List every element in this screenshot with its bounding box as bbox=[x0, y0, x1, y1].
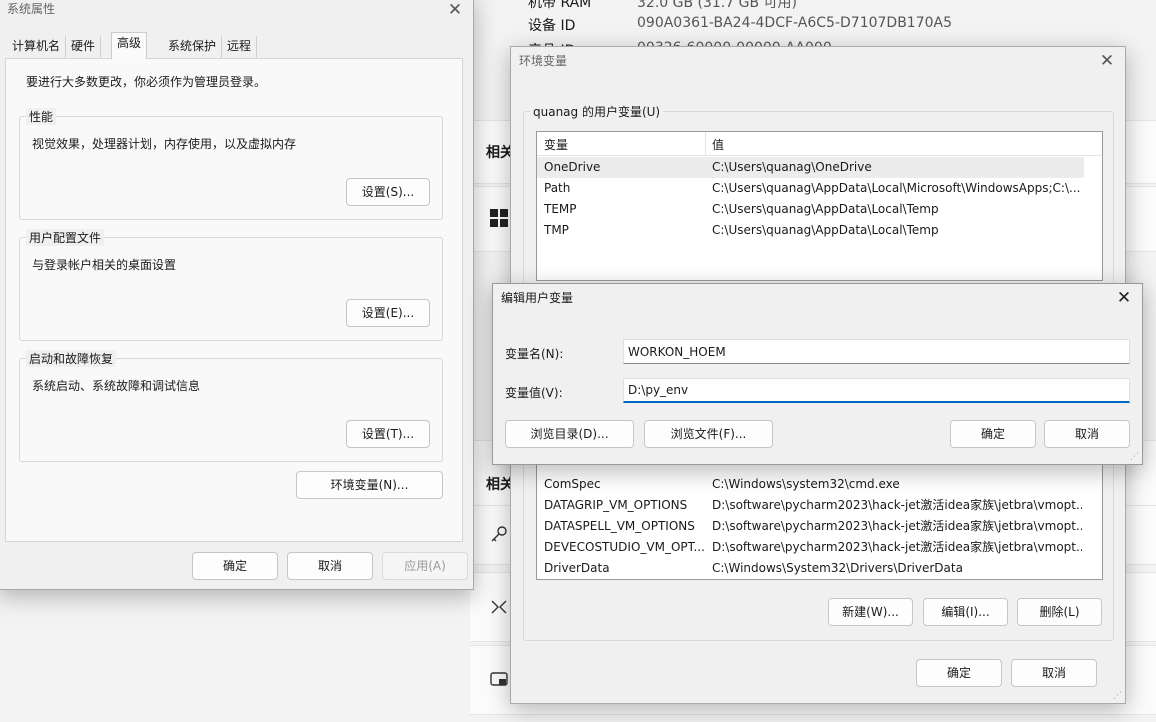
variable-name: DEVECOSTUDIO_VM_OPT... bbox=[544, 540, 705, 554]
user-profiles-desc: 与登录帐户相关的桌面设置 bbox=[32, 258, 177, 272]
variable-value: D:\software\pycharm2023\hack-jet激活idea家族… bbox=[712, 498, 1082, 512]
system-properties-window: 系统属性 ✕ 计算机名 硬件 高级 系统保护 远程 要进行大多数更改，你必须作为… bbox=[0, 0, 474, 590]
variable-value: C:\Users\quanag\AppData\Local\Temp bbox=[712, 223, 939, 237]
variable-value: C:\Users\quanag\AppData\Local\Temp bbox=[712, 202, 939, 216]
cancel-button[interactable]: 取消 bbox=[1044, 420, 1130, 448]
resize-grip-icon[interactable]: ⋰ bbox=[1130, 452, 1140, 462]
ok-button[interactable]: 确定 bbox=[192, 552, 278, 580]
lock-drive-icon bbox=[488, 668, 510, 690]
window-title: 系统属性 bbox=[7, 2, 56, 16]
close-icon[interactable]: ✕ bbox=[1095, 50, 1119, 72]
variable-name: DATAGRIP_VM_OPTIONS bbox=[544, 498, 688, 512]
list-item[interactable]: TMP C:\Users\quanag\AppData\Local\Temp bbox=[537, 220, 1084, 241]
performance-group: 性能 视觉效果，处理器计划，内存使用，以及虚拟内存 设置(S)... bbox=[19, 108, 443, 220]
ok-button[interactable]: 确定 bbox=[916, 659, 1002, 687]
column-divider[interactable] bbox=[705, 132, 706, 156]
new-variable-button[interactable]: 新建(W)... bbox=[828, 598, 913, 626]
cancel-button[interactable]: 取消 bbox=[1011, 659, 1097, 687]
tab-hardware[interactable]: 硬件 bbox=[66, 36, 102, 58]
user-profiles-settings-button[interactable]: 设置(E)... bbox=[346, 299, 430, 327]
variable-name: ComSpec bbox=[544, 477, 601, 491]
list-item[interactable]: DATAGRIP_VM_OPTIONS D:\software\pycharm2… bbox=[537, 495, 1084, 516]
tab-remote[interactable]: 远程 bbox=[222, 36, 258, 58]
startup-recovery-settings-button[interactable]: 设置(T)... bbox=[346, 420, 430, 448]
environment-variables-button[interactable]: 环境变量(N)... bbox=[296, 471, 443, 499]
device-id-label: 设备 ID bbox=[528, 18, 576, 34]
window-title: 编辑用户变量 bbox=[501, 291, 574, 305]
list-item[interactable]: ComSpec C:\Windows\system32\cmd.exe bbox=[537, 474, 1084, 495]
admin-note: 要进行大多数更改，你必须作为管理员登录。 bbox=[26, 75, 267, 89]
window-title: 环境变量 bbox=[519, 54, 568, 68]
column-header-variable[interactable]: 变量 bbox=[544, 136, 568, 153]
startup-recovery-title: 启动和故障恢复 bbox=[26, 350, 117, 367]
performance-settings-button[interactable]: 设置(S)... bbox=[346, 178, 430, 206]
variable-value-field[interactable] bbox=[623, 378, 1130, 403]
list-header: 变量 值 bbox=[537, 132, 1102, 156]
variable-name: TMP bbox=[544, 223, 569, 237]
cancel-button[interactable]: 取消 bbox=[287, 552, 373, 580]
user-profiles-group: 用户配置文件 与登录帐户相关的桌面设置 设置(E)... bbox=[19, 229, 443, 341]
user-variables-list[interactable]: 变量 值 OneDrive C:\Users\quanag\OneDrive P… bbox=[536, 131, 1103, 281]
list-item[interactable]: OneDrive C:\Users\quanag\OneDrive bbox=[537, 157, 1084, 178]
variable-name: TEMP bbox=[544, 202, 577, 216]
variable-value: D:\software\pycharm2023\hack-jet激活idea家族… bbox=[712, 540, 1082, 554]
windows-logo-icon bbox=[488, 208, 510, 230]
user-profiles-title: 用户配置文件 bbox=[26, 229, 105, 246]
apply-button[interactable]: 应用(A) bbox=[382, 552, 468, 580]
variable-value: C:\Windows\system32\cmd.exe bbox=[712, 477, 900, 491]
variable-value: D:\software\pycharm2023\hack-jet激活idea家族… bbox=[712, 519, 1082, 533]
list-item[interactable]: DATASPELL_VM_OPTIONS D:\software\pycharm… bbox=[537, 516, 1084, 537]
variable-name-field[interactable] bbox=[623, 339, 1130, 364]
performance-title: 性能 bbox=[26, 108, 57, 125]
variable-value: C:\Users\quanag\OneDrive bbox=[712, 160, 872, 174]
variable-name: OneDrive bbox=[544, 160, 601, 174]
environment-variables-titlebar: 环境变量 bbox=[511, 47, 1125, 77]
startup-recovery-group: 启动和故障恢复 系统启动、系统故障和调试信息 设置(T)... bbox=[19, 350, 443, 462]
tab-system-protection[interactable]: 系统保护 bbox=[163, 36, 223, 58]
edit-variable-button[interactable]: 编辑(I)... bbox=[923, 598, 1008, 626]
device-id-value: 090A0361-BA24-4DCF-A6C5-D7107DB170A5 bbox=[637, 15, 953, 31]
variable-name-label: 变量名(N): bbox=[505, 347, 564, 361]
resize-grip-icon[interactable]: ⋰ bbox=[1113, 691, 1123, 701]
close-icon[interactable]: ✕ bbox=[1112, 287, 1136, 309]
tab-computer-name[interactable]: 计算机名 bbox=[7, 36, 67, 58]
edit-user-variable-dialog: 编辑用户变量 ✕ 变量名(N): 变量值(V): 浏览目录(D)... 浏览文件… bbox=[492, 283, 1143, 465]
list-item[interactable]: DEVECOSTUDIO_VM_OPT... D:\software\pycha… bbox=[537, 537, 1084, 558]
column-header-value[interactable]: 值 bbox=[712, 136, 724, 153]
edit-dialog-titlebar: 编辑用户变量 bbox=[493, 284, 1142, 314]
variable-name: DriverData bbox=[544, 561, 610, 575]
link-arrows-icon bbox=[488, 597, 510, 619]
tab-advanced[interactable]: 高级 bbox=[111, 32, 148, 59]
ram-label: 机带 RAM bbox=[528, 0, 592, 11]
list-item[interactable]: TEMP C:\Users\quanag\AppData\Local\Temp bbox=[537, 199, 1084, 220]
user-variables-title: quanag 的用户变量(U) bbox=[530, 103, 664, 120]
browse-file-button[interactable]: 浏览文件(F)... bbox=[644, 420, 773, 448]
variable-value: C:\Users\quanag\AppData\Local\Microsoft\… bbox=[712, 181, 1081, 195]
key-icon bbox=[488, 524, 510, 546]
system-properties-titlebar: 系统属性 bbox=[0, 0, 473, 25]
ok-button[interactable]: 确定 bbox=[950, 420, 1036, 448]
close-icon[interactable]: ✕ bbox=[443, 0, 467, 21]
list-item[interactable]: Path C:\Users\quanag\AppData\Local\Micro… bbox=[537, 178, 1084, 199]
variable-name: Path bbox=[544, 181, 571, 195]
list-item[interactable]: DriverData C:\Windows\System32\Drivers\D… bbox=[537, 558, 1084, 579]
ram-value: 32.0 GB (31.7 GB 可用) bbox=[637, 0, 797, 11]
system-variables-list[interactable]: ComSpec C:\Windows\system32\cmd.exe DATA… bbox=[536, 452, 1103, 580]
startup-recovery-desc: 系统启动、系统故障和调试信息 bbox=[32, 379, 201, 393]
delete-variable-button[interactable]: 删除(L) bbox=[1017, 598, 1102, 626]
variable-value-label: 变量值(V): bbox=[505, 386, 563, 400]
browse-directory-button[interactable]: 浏览目录(D)... bbox=[505, 420, 634, 448]
variable-value: C:\Windows\System32\Drivers\DriverData bbox=[712, 561, 963, 575]
advanced-tab-panel: 要进行大多数更改，你必须作为管理员登录。 性能 视觉效果，处理器计划，内存使用，… bbox=[5, 58, 463, 542]
performance-desc: 视觉效果，处理器计划，内存使用，以及虚拟内存 bbox=[32, 137, 297, 151]
variable-name: DATASPELL_VM_OPTIONS bbox=[544, 519, 695, 533]
